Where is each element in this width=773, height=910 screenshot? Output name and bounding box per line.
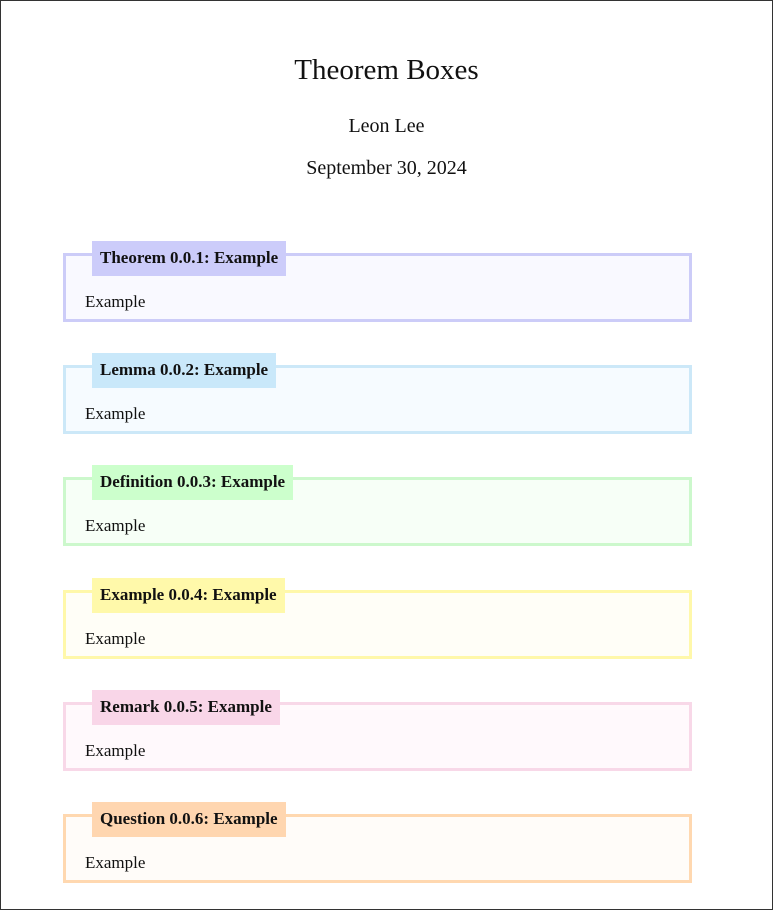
example-box-title: Example 0.0.4: Example [92,578,285,613]
lemma-box-body: Example [85,404,146,423]
lemma-box: Lemma 0.0.2: Example Example [63,353,692,434]
definition-box-title: Definition 0.0.3: Example [92,465,294,500]
example-box-body: Example [85,629,146,648]
remark-box: Remark 0.0.5: Example Example [63,690,692,771]
remark-box-body: Example [85,741,146,760]
theorem-box: Theorem 0.0.1: Example Example [63,241,692,322]
question-box-title: Question 0.0.6: Example [92,802,286,837]
remark-box-title: Remark 0.0.5: Example [92,690,280,725]
document-title: Theorem Boxes [294,54,479,86]
definition-box-body: Example [85,516,146,535]
lemma-box-title: Lemma 0.0.2: Example [92,353,277,388]
document-page: Theorem Boxes Leon Lee September 30, 202… [0,0,773,910]
example-box: Example 0.0.4: Example Example [63,578,692,659]
document-author: Leon Lee [348,115,425,137]
definition-box: Definition 0.0.3: Example Example [63,465,692,546]
document-date: September 30, 2024 [306,157,467,179]
theorem-box-title: Theorem 0.0.1: Example [92,241,287,276]
question-box-body: Example [85,853,146,872]
theorem-box-body: Example [85,292,146,311]
question-box: Question 0.0.6: Example Example [63,802,692,883]
